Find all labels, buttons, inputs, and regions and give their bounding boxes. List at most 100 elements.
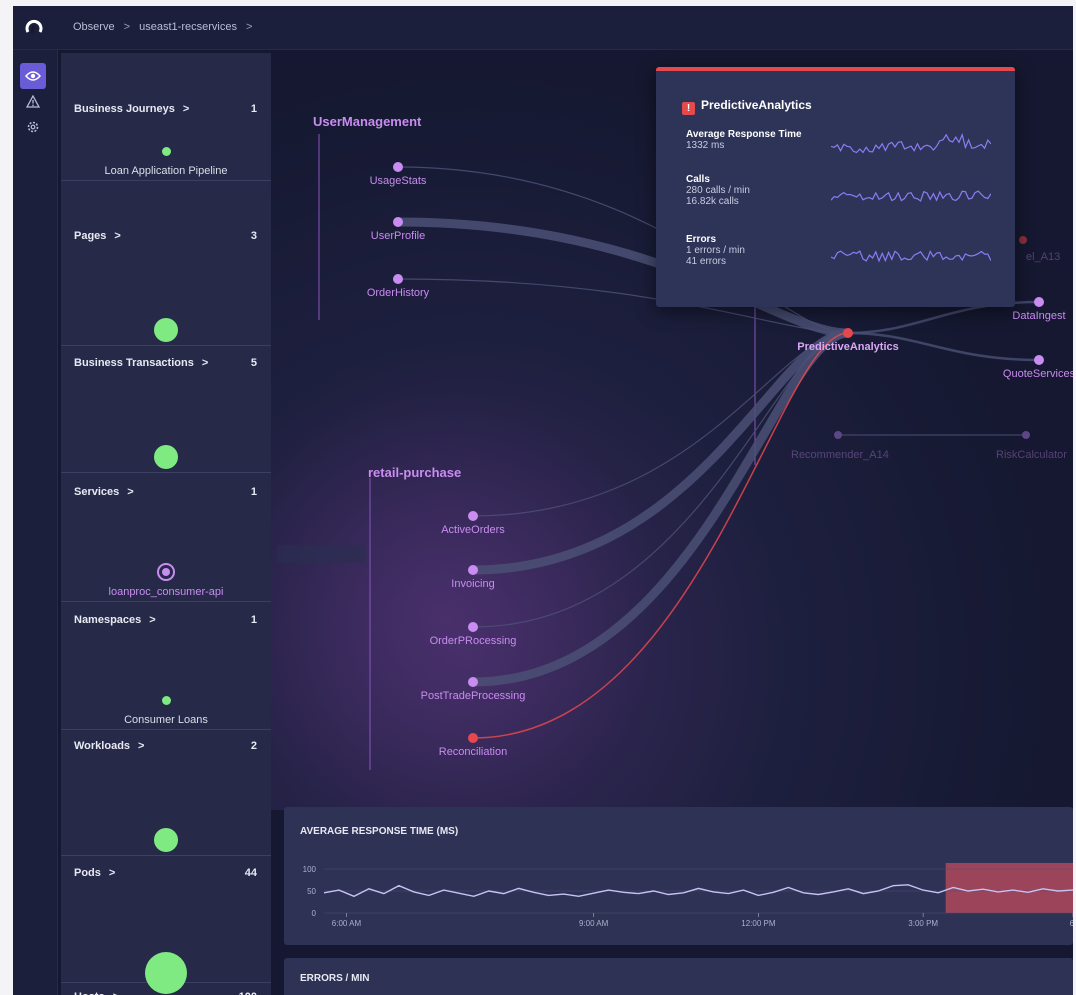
node-label-userprofile: UserProfile bbox=[371, 230, 425, 242]
x-tick-label: 12:00 PM bbox=[741, 919, 776, 928]
section-pages[interactable]: Pages >3 bbox=[61, 218, 271, 346]
health-dot[interactable] bbox=[154, 828, 178, 852]
breadcrumb-separator: > bbox=[123, 21, 131, 33]
section-hosts[interactable]: Hosts >100 bbox=[61, 983, 271, 995]
section-title-text: Business Journeys bbox=[74, 103, 175, 115]
section-services[interactable]: Services >1 loanproc_consumer-api bbox=[61, 474, 271, 602]
errors-chart-title: ERRORS / MIN bbox=[300, 973, 370, 984]
node-reconciliation[interactable] bbox=[468, 733, 478, 743]
sparkline-calls bbox=[831, 190, 991, 202]
settings-gear-icon[interactable] bbox=[20, 114, 46, 140]
tooltip-title-text: PredictiveAnalytics bbox=[701, 98, 812, 112]
section-title[interactable]: Business Journeys > bbox=[74, 103, 189, 115]
section-title-text: Pages bbox=[74, 230, 107, 242]
metric-name: Average Response Time bbox=[686, 129, 802, 140]
tooltip-metric-calls: Calls 280 calls / min 16.82k calls bbox=[686, 174, 750, 207]
x-tick-label: 6: bbox=[1070, 919, 1073, 928]
section-title-text: Namespaces bbox=[74, 614, 142, 626]
section-namespaces[interactable]: Namespaces >1 Consumer Loans bbox=[61, 602, 271, 730]
chevron-right-icon: > bbox=[127, 486, 134, 498]
section-title-text: Workloads bbox=[74, 740, 131, 752]
node-predictiveanalytics[interactable] bbox=[843, 328, 853, 338]
top-bar: Observe > useast1-recservices > bbox=[13, 6, 1073, 50]
app-logo-icon[interactable] bbox=[23, 17, 45, 39]
section-entity-label[interactable]: Consumer Loans bbox=[61, 714, 271, 726]
section-title[interactable]: Workloads > bbox=[74, 740, 144, 752]
section-workloads[interactable]: Workloads >2 bbox=[61, 728, 271, 856]
section-count: 1 bbox=[250, 614, 257, 626]
section-title-text: Services bbox=[74, 486, 120, 498]
errors-per-min-card: ERRORS / MIN bbox=[284, 958, 1073, 995]
section-title[interactable]: Namespaces > bbox=[74, 614, 156, 626]
x-tick-label: 3:00 PM bbox=[908, 919, 938, 928]
section-title-text: Hosts bbox=[74, 991, 105, 995]
app-window: Observe > useast1-recservices > Business… bbox=[13, 6, 1073, 995]
section-pods[interactable]: Pods >44 bbox=[61, 855, 271, 994]
section-title-text: Pods bbox=[74, 867, 101, 879]
health-dot[interactable] bbox=[154, 445, 178, 469]
chevron-right-icon: > bbox=[201, 357, 209, 369]
section-count: 3 bbox=[250, 230, 257, 242]
tooltip-metric-average-response-time: Average Response Time 1332 ms bbox=[686, 129, 802, 151]
icon-rail bbox=[13, 50, 58, 995]
section-title[interactable]: Pods > bbox=[74, 867, 115, 879]
section-title[interactable]: Services > bbox=[74, 486, 134, 498]
node-hover-tooltip: ! PredictiveAnalytics Average Response Ti… bbox=[656, 67, 1015, 307]
observe-eye-icon[interactable] bbox=[20, 63, 46, 89]
node-label-posttradeprocessing: PostTradeProcessing bbox=[421, 690, 526, 702]
node-label-activeorders: ActiveOrders bbox=[441, 524, 505, 536]
response-time-chart-card: AVERAGE RESPONSE TIME (MS) 100 50 0 6:00 AM… bbox=[284, 807, 1073, 945]
node-invoicing[interactable] bbox=[468, 565, 478, 575]
health-dot[interactable] bbox=[154, 318, 178, 342]
node-riskcalculator[interactable] bbox=[1022, 431, 1030, 439]
response-time-chart[interactable]: 100 50 0 6:00 AM 9:00 AM 12:00 PM 3:00 PM 6: bbox=[284, 807, 1073, 945]
metric-value: 41 errors bbox=[686, 256, 727, 267]
node-activeorders[interactable] bbox=[468, 511, 478, 521]
node-label-invoicing: Invoicing bbox=[451, 578, 494, 590]
node-label-orderhistory: OrderHistory bbox=[367, 287, 430, 299]
chevron-right-icon: > bbox=[149, 614, 156, 626]
node-posttradeprocessing[interactable] bbox=[468, 677, 478, 687]
tooltip-title: ! PredictiveAnalytics bbox=[682, 98, 812, 115]
node-dataingest[interactable] bbox=[1034, 297, 1044, 307]
health-dot[interactable] bbox=[161, 146, 171, 156]
health-dot[interactable] bbox=[161, 695, 171, 705]
sparkline-errors bbox=[831, 250, 991, 263]
node-faded-error[interactable] bbox=[1019, 236, 1027, 244]
node-label-predictiveanalytics: PredictiveAnalytics bbox=[797, 341, 899, 353]
node-orderhistory[interactable] bbox=[393, 274, 403, 284]
section-title-text: Business Transactions bbox=[74, 357, 194, 369]
section-title[interactable]: Pages > bbox=[74, 230, 121, 242]
chevron-right-icon: > bbox=[182, 103, 190, 115]
node-quoteservices[interactable] bbox=[1034, 355, 1044, 365]
node-usagestats[interactable] bbox=[393, 162, 403, 172]
node-orderprocessing[interactable] bbox=[468, 622, 478, 632]
section-count: 1 bbox=[250, 486, 257, 498]
section-business-journeys[interactable]: Business Journeys >1 Loan Application Pipe… bbox=[61, 53, 271, 181]
section-entity-label[interactable]: loanproc_consumer-api bbox=[61, 586, 271, 598]
breadcrumb-service[interactable]: useast1-recservices bbox=[139, 21, 237, 33]
metric-name: Calls bbox=[686, 174, 710, 185]
x-tick-label: 9:00 AM bbox=[579, 919, 609, 928]
breadcrumb-observe[interactable]: Observe bbox=[73, 21, 115, 33]
service-ring-icon[interactable] bbox=[157, 563, 175, 581]
section-entity-label[interactable]: Loan Application Pipeline bbox=[61, 165, 271, 177]
node-label-dataingest: DataIngest bbox=[1012, 310, 1065, 322]
tooltip-metric-errors: Errors 1 errors / min 41 errors bbox=[686, 234, 745, 267]
node-recommender-a14[interactable] bbox=[834, 431, 842, 439]
group-title-retail-purchase[interactable]: retail-purchase bbox=[368, 465, 461, 480]
node-label-recommender-a14: Recommender_A14 bbox=[791, 449, 889, 461]
y-tick-label: 50 bbox=[307, 887, 316, 896]
chevron-right-icon: > bbox=[114, 230, 121, 242]
section-title[interactable]: Hosts > bbox=[74, 991, 119, 995]
alert-triangle-icon[interactable] bbox=[20, 88, 46, 114]
node-label-usagestats: UsageStats bbox=[370, 175, 427, 187]
node-label-reconciliation: Reconciliation bbox=[439, 746, 507, 758]
section-title[interactable]: Business Transactions > bbox=[74, 357, 208, 369]
node-userprofile[interactable] bbox=[393, 217, 403, 227]
section-count: 5 bbox=[250, 357, 257, 369]
section-business-transactions[interactable]: Business Transactions >5 bbox=[61, 345, 271, 473]
group-title-usermanagement[interactable]: UserManagement bbox=[313, 114, 422, 129]
error-period-highlight[interactable] bbox=[945, 863, 1073, 913]
metric-value: 16.82k calls bbox=[686, 196, 739, 207]
